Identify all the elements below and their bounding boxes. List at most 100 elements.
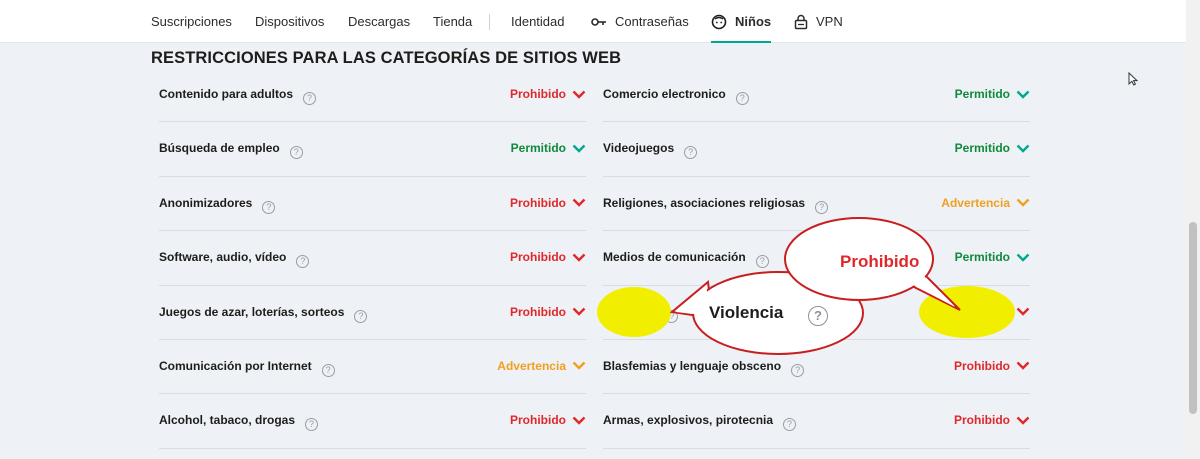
status-label: Prohibido <box>510 87 566 101</box>
kid-face-icon <box>711 14 727 30</box>
nav-tab-contrasenas[interactable]: Contraseñas <box>591 0 689 43</box>
category-name: Búsqueda de empleo? <box>159 141 303 160</box>
category-label: Software, audio, vídeo <box>159 250 287 265</box>
category-label: Comercio electronico <box>603 87 726 101</box>
nav-tab-label: Identidad <box>511 14 565 29</box>
category-name: Contenido para adultos? <box>159 87 317 105</box>
category-label: Religiones, asociaciones religiosas <box>603 195 806 210</box>
status-dropdown[interactable]: Permitido <box>955 141 1030 155</box>
chevron-down-icon <box>1016 362 1030 371</box>
nav-tab-label: Niños <box>735 14 772 29</box>
category-label: Contenido para adultos <box>159 87 294 101</box>
category-name: Anonimizadores? <box>159 195 276 214</box>
page-scrollbar[interactable] <box>1186 0 1200 459</box>
status-label: Prohibido <box>510 413 566 428</box>
category-label: Videojuegos <box>603 141 675 156</box>
category-row: Religiones, asociaciones religiosas? Adv… <box>603 177 1030 232</box>
category-row: Videojuegos? Permitido <box>603 122 1030 177</box>
callout-help-icon: ? <box>808 306 828 326</box>
status-dropdown[interactable]: Prohibido <box>510 305 586 319</box>
nav-tab-ninos[interactable]: Niños <box>711 0 772 43</box>
category-name: Blasfemias y lenguaje obsceno? <box>603 358 805 377</box>
help-icon[interactable]: ? <box>321 363 335 377</box>
category-row: Software, audio, vídeo? Prohibido <box>159 231 586 286</box>
nav-tab-descargas[interactable]: Descargas <box>348 0 410 43</box>
category-name: Armas, explosivos, pirotecnia? <box>603 413 797 432</box>
status-dropdown[interactable]: Permitido <box>955 87 1030 101</box>
status-dropdown[interactable]: Prohibido <box>510 87 586 101</box>
chevron-down-icon <box>572 253 586 262</box>
category-label: Blasfemias y lenguaje obsceno <box>603 358 782 373</box>
category-name: Medios de comunicación? <box>603 250 769 269</box>
callout-violencia-text: Violencia <box>709 303 784 322</box>
category-name: Violencia? <box>603 305 679 323</box>
category-name: Alcohol, tabaco, drogas? <box>159 413 319 432</box>
nav-tab-identidad[interactable]: Identidad <box>511 0 565 43</box>
nav-tab-dispositivos[interactable]: Dispositivos <box>255 0 324 43</box>
status-dropdown[interactable]: Advertencia <box>497 359 586 373</box>
category-label: Alcohol, tabaco, drogas <box>159 413 296 428</box>
scrollbar-thumb[interactable] <box>1189 222 1197 414</box>
status-label: Prohibido <box>954 413 1010 428</box>
status-label: Permitido <box>510 141 566 156</box>
status-dropdown[interactable]: Prohibido <box>954 305 1030 319</box>
help-icon[interactable]: ? <box>354 309 368 323</box>
status-label: Advertencia <box>497 358 566 373</box>
category-label: Búsqueda de empleo <box>159 141 280 156</box>
help-icon[interactable]: ? <box>289 146 303 160</box>
category-row: Armas, explosivos, pirotecnia? Prohibido <box>603 394 1030 449</box>
top-navigation: Suscripciones Dispositivos Descargas Tie… <box>0 0 1186 43</box>
category-row: Medios de comunicación? Permitido <box>603 231 1030 286</box>
nav-tab-tienda[interactable]: Tienda <box>433 0 472 43</box>
category-name: Comunicación por Internet? <box>159 359 335 377</box>
help-icon[interactable]: ? <box>815 200 829 214</box>
nav-tab-vpn[interactable]: VPN <box>794 0 843 43</box>
chevron-down-icon <box>572 144 586 153</box>
nav-tab-label: VPN <box>816 14 843 29</box>
status-dropdown[interactable]: Prohibido <box>954 413 1030 427</box>
nav-divider <box>489 14 490 30</box>
status-dropdown[interactable]: Advertencia <box>941 196 1030 210</box>
category-label: Medios de comunicación <box>603 250 746 265</box>
status-dropdown[interactable]: Prohibido <box>510 196 586 210</box>
chevron-down-icon <box>1016 144 1030 153</box>
status-dropdown[interactable]: Prohibido <box>954 359 1030 373</box>
status-dropdown[interactable]: Prohibido <box>510 250 586 264</box>
section-title: RESTRICCIONES PARA LAS CATEGORÍAS DE SIT… <box>151 49 622 67</box>
help-icon[interactable]: ? <box>755 255 769 269</box>
categories-left-column: Contenido para adultos? Prohibido Búsque… <box>159 68 586 449</box>
category-name: Religiones, asociaciones religiosas? <box>603 195 829 214</box>
nav-tab-suscripciones[interactable]: Suscripciones <box>151 0 232 43</box>
category-row: Comercio electronico? Permitido <box>603 68 1030 123</box>
help-icon[interactable]: ? <box>305 418 319 432</box>
category-label: Anonimizadores <box>159 195 253 210</box>
status-dropdown[interactable]: Permitido <box>511 141 586 155</box>
status-label: Prohibido <box>510 195 566 210</box>
chevron-down-icon <box>572 90 586 99</box>
chevron-down-icon <box>1016 198 1030 207</box>
help-icon[interactable]: ? <box>296 255 310 269</box>
status-dropdown[interactable]: Prohibido <box>510 413 586 427</box>
chevron-down-icon <box>1016 307 1030 316</box>
status-dropdown[interactable]: Permitido <box>955 250 1030 264</box>
status-label: Prohibido <box>510 250 566 265</box>
chevron-down-icon <box>572 307 586 316</box>
status-label: Prohibido <box>954 304 1010 319</box>
chevron-down-icon <box>572 362 586 371</box>
chevron-down-icon <box>572 198 586 207</box>
nav-tab-label: Tienda <box>433 14 473 29</box>
nav-tab-label: Descargas <box>348 14 411 29</box>
help-icon[interactable]: ? <box>791 363 805 377</box>
category-name: Software, audio, vídeo? <box>159 250 310 269</box>
help-icon[interactable]: ? <box>262 200 276 214</box>
category-row: Contenido para adultos? Prohibido <box>159 68 586 123</box>
vpn-lock-icon <box>794 14 808 30</box>
help-icon[interactable]: ? <box>665 309 679 323</box>
chevron-down-icon <box>1016 253 1030 262</box>
mouse-cursor-icon <box>1128 72 1138 86</box>
help-icon[interactable]: ? <box>303 92 317 105</box>
help-icon[interactable]: ? <box>735 92 749 105</box>
status-label: Permitido <box>954 250 1010 265</box>
help-icon[interactable]: ? <box>783 418 797 432</box>
help-icon[interactable]: ? <box>684 146 698 160</box>
